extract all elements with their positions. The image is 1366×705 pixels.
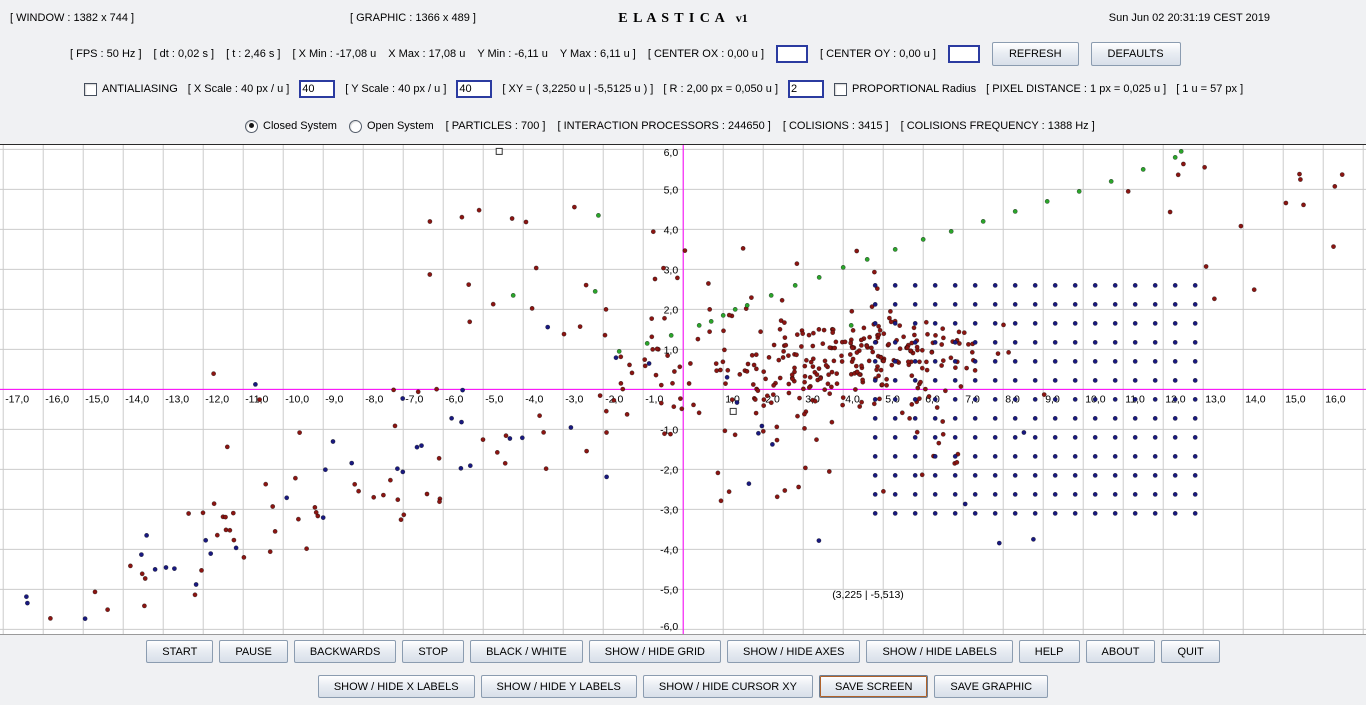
antialiasing-label: ANTIALIASING — [102, 83, 178, 95]
svg-text:-16,0: -16,0 — [45, 393, 69, 405]
svg-text:-11,0: -11,0 — [245, 393, 268, 405]
pause-button[interactable]: PAUSE — [219, 640, 288, 663]
svg-text:16,0: 16,0 — [1325, 393, 1346, 405]
app-title-text: E L A S T I C A — [618, 11, 726, 26]
particles-count-label: [ PARTICLES : 700 ] — [445, 120, 546, 132]
dt-label: [ dt : 0,02 s ] — [153, 48, 215, 60]
xmin-label: [ X Min : -17,08 u — [292, 48, 377, 60]
svg-text:-10,0: -10,0 — [285, 393, 309, 405]
svg-text:3,0: 3,0 — [664, 264, 679, 276]
radius-label: [ R : 2,00 px = 0,050 u ] — [663, 83, 779, 95]
radius-input[interactable] — [788, 80, 825, 98]
interaction-processors-label: [ INTERACTION PROCESSORS : 244650 ] — [557, 120, 771, 132]
show-hide-cursor-xy-button[interactable]: SHOW / HIDE CURSOR XY — [642, 675, 813, 698]
time-label: [ t : 2,46 s ] — [226, 48, 281, 60]
backwards-button[interactable]: BACKWARDS — [293, 640, 397, 663]
x-scale-label: [ X Scale : 40 px / u ] — [187, 83, 290, 95]
center-ox-input[interactable] — [776, 45, 809, 63]
xmax-label: X Max : 17,08 u — [388, 48, 466, 60]
svg-text:-4,0: -4,0 — [660, 544, 678, 556]
app-version: v1 — [735, 11, 748, 25]
ymin-label: Y Min : -6,11 u — [477, 48, 548, 60]
svg-text:-14,0: -14,0 — [125, 393, 149, 405]
colisions-frequency-label: [ COLISIONS FREQUENCY : 1388 Hz ] — [900, 120, 1095, 132]
svg-text:4,0: 4,0 — [664, 224, 679, 236]
open-system-label: Open System — [366, 120, 434, 132]
center-oy-label: [ CENTER OY : 0,00 u ] — [820, 48, 936, 60]
antialiasing-checkbox[interactable] — [84, 82, 97, 96]
closed-system-label: Closed System — [263, 120, 337, 132]
show-hide-y-labels-button[interactable]: SHOW / HIDE Y LABELS — [480, 675, 637, 698]
quit-button[interactable]: QUIT — [1161, 640, 1220, 663]
svg-text:-3,0: -3,0 — [660, 504, 678, 516]
toolbar-secondary: SHOW / HIDE X LABELS SHOW / HIDE Y LABEL… — [0, 675, 1366, 698]
svg-text:-17,0: -17,0 — [5, 393, 29, 405]
show-hide-grid-button[interactable]: SHOW / HIDE GRID — [588, 640, 721, 663]
svg-text:7,0: 7,0 — [965, 393, 980, 405]
svg-text:-6,0: -6,0 — [445, 393, 463, 405]
svg-text:13,0: 13,0 — [1205, 393, 1226, 405]
svg-text:-5,0: -5,0 — [485, 393, 503, 405]
svg-text:5,0: 5,0 — [885, 393, 900, 405]
center-oy-input[interactable] — [947, 45, 980, 63]
svg-text:(3,225 | -5,513): (3,225 | -5,513) — [832, 589, 904, 601]
stop-button[interactable]: STOP — [402, 640, 465, 663]
svg-text:4,0: 4,0 — [845, 393, 860, 405]
datetime-label: Sun Jun 02 20:31:19 CEST 2019 — [1108, 12, 1270, 24]
black-white-button[interactable]: BLACK / WHITE — [470, 640, 583, 663]
simulation-canvas[interactable]: -17,0 -16,0 -15,0 -14,0 -13,0 -12,0 -11,0 -10,0… — [0, 144, 1366, 635]
svg-text:-2,0: -2,0 — [660, 464, 678, 476]
open-system-radio[interactable] — [348, 119, 362, 133]
svg-text:-15,0: -15,0 — [85, 393, 109, 405]
help-button[interactable]: HELP — [1018, 640, 1080, 663]
settings-row-3: Closed System Open System [ PARTICLES : … — [245, 117, 1095, 135]
proportional-radius-checkbox[interactable] — [834, 82, 848, 96]
pixel-distance-label: [ PIXEL DISTANCE : 1 px = 0,025 u ] — [986, 83, 1167, 95]
svg-text:8,0: 8,0 — [1005, 393, 1020, 405]
save-screen-button[interactable]: SAVE SCREEN — [818, 675, 929, 698]
svg-text:5,0: 5,0 — [664, 184, 679, 196]
svg-text:14,0: 14,0 — [1245, 393, 1266, 405]
svg-text:-13,0: -13,0 — [165, 393, 189, 405]
svg-text:9,0: 9,0 — [1045, 393, 1060, 405]
settings-row-2: ANTIALIASING [ X Scale : 40 px / u ] [ Y… — [84, 79, 1243, 99]
colisions-count-label: [ COLISIONS : 3415 ] — [782, 120, 889, 132]
svg-text:-6,0: -6,0 — [660, 621, 678, 633]
svg-text:15,0: 15,0 — [1285, 393, 1306, 405]
ymax-label: Y Max : 6,11 u ] — [559, 48, 636, 60]
y-scale-input[interactable] — [456, 80, 493, 98]
unit-px-label: [ 1 u = 57 px ] — [1176, 83, 1244, 95]
svg-text:-3,0: -3,0 — [565, 393, 583, 405]
x-scale-input[interactable] — [299, 80, 336, 98]
svg-text:-9,0: -9,0 — [325, 393, 343, 405]
show-hide-axes-button[interactable]: SHOW / HIDE AXES — [727, 640, 861, 663]
defaults-button[interactable]: DEFAULTS — [1090, 42, 1181, 66]
cursor-xy-label: [ XY = ( 3,2250 u | -5,5125 u ) ] — [502, 83, 654, 95]
svg-text:-7,0: -7,0 — [405, 393, 423, 405]
svg-text:-12,0: -12,0 — [205, 393, 229, 405]
save-graphic-button[interactable]: SAVE GRAPHIC — [934, 675, 1049, 698]
proportional-radius-label: PROPORTIONAL Radius — [852, 83, 977, 95]
svg-text:-4,0: -4,0 — [525, 393, 543, 405]
refresh-button[interactable]: REFRESH — [991, 42, 1079, 66]
svg-text:-8,0: -8,0 — [365, 393, 383, 405]
fps-label: [ FPS : 50 Hz ] — [70, 48, 142, 60]
show-hide-labels-button[interactable]: SHOW / HIDE LABELS — [866, 640, 1013, 663]
about-button[interactable]: ABOUT — [1085, 640, 1156, 663]
center-ox-label: [ CENTER OX : 0,00 u ] — [647, 48, 765, 60]
show-hide-x-labels-button[interactable]: SHOW / HIDE X LABELS — [317, 675, 475, 698]
closed-system-radio[interactable] — [245, 119, 258, 133]
svg-text:6,0: 6,0 — [664, 147, 679, 159]
svg-text:2,0: 2,0 — [664, 304, 679, 316]
y-scale-label: [ Y Scale : 40 px / u ] — [345, 83, 447, 95]
start-button[interactable]: START — [146, 640, 214, 663]
toolbar-main: START PAUSE BACKWARDS STOP BLACK / WHITE… — [0, 640, 1366, 663]
svg-text:-5,0: -5,0 — [660, 584, 678, 596]
settings-row-1: [ FPS : 50 Hz ] [ dt : 0,02 s ] [ t : 2,… — [70, 42, 1181, 66]
